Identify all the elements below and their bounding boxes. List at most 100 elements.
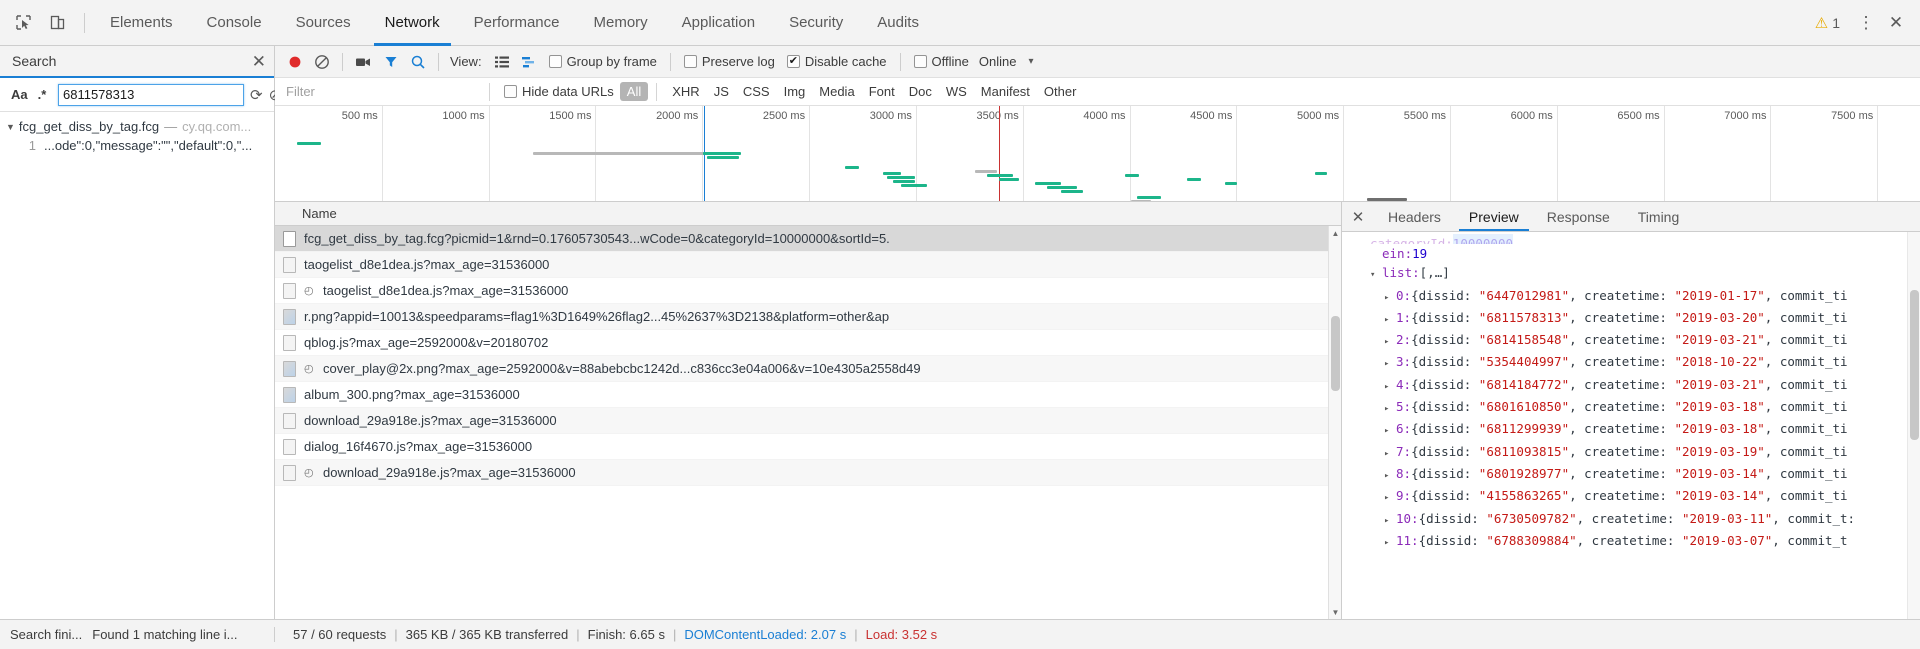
preview-row[interactable]: ▸ 2: {dissid: "6814158548", createtime: "… [1342, 330, 1920, 352]
refresh-icon[interactable]: ⟳ [250, 85, 263, 105]
search-result-file[interactable]: ▼ fcg_get_diss_by_tag.fcg — cy.qq.com... [0, 117, 274, 136]
filter-type-media[interactable]: Media [812, 82, 861, 101]
scroll-up-arrow[interactable]: ▲ [1329, 226, 1341, 240]
preserve-log-box[interactable] [683, 55, 697, 68]
search-input[interactable] [58, 83, 244, 106]
tab-memory[interactable]: Memory [577, 0, 665, 46]
filter-type-js[interactable]: JS [707, 82, 736, 101]
chevron-right-icon[interactable]: ▸ [1384, 378, 1396, 397]
chevron-right-icon[interactable]: ▸ [1384, 422, 1396, 441]
search-icon[interactable] [404, 50, 431, 74]
preview-row[interactable]: ▸ 10: {dissid: "6730509782", createtime: … [1342, 509, 1920, 531]
chevron-right-icon[interactable]: ▸ [1384, 400, 1396, 419]
regex-toggle[interactable]: .* [32, 85, 52, 104]
tab-network[interactable]: Network [368, 0, 457, 46]
chevron-right-icon[interactable]: ▸ [1384, 355, 1396, 374]
scroll-thumb[interactable] [1331, 316, 1340, 391]
chevron-right-icon[interactable]: ▸ [1384, 534, 1396, 553]
preview-scrollbar[interactable] [1907, 232, 1920, 619]
preview-row[interactable]: ▸ 7: {dissid: "6811093815", createtime: "… [1342, 442, 1920, 464]
chevron-right-icon[interactable]: ▸ [1384, 311, 1396, 330]
filter-type-other[interactable]: Other [1037, 82, 1084, 101]
chevron-right-icon[interactable]: ▸ [1384, 512, 1396, 531]
filmstrip-icon[interactable] [350, 50, 377, 74]
preview-row[interactable]: ▸ 11: {dissid: "6788309884", createtime: … [1342, 531, 1920, 553]
filter-type-img[interactable]: Img [777, 82, 813, 101]
tab-security[interactable]: Security [772, 0, 860, 46]
disable-cache-box[interactable] [786, 55, 800, 68]
preview-row[interactable]: ▸ 3: {dissid: "5354404997", createtime: "… [1342, 352, 1920, 374]
filter-type-font[interactable]: Font [862, 82, 902, 101]
preview-row[interactable]: ▸ 6: {dissid: "6811299939", createtime: "… [1342, 419, 1920, 441]
preview-row[interactable]: ▸ 4: {dissid: "6814184772", createtime: "… [1342, 375, 1920, 397]
request-row[interactable]: taogelist_d8e1dea.js?max_age=31536000 [275, 252, 1341, 278]
filter-type-xhr[interactable]: XHR [665, 82, 706, 101]
tab-application[interactable]: Application [665, 0, 772, 46]
device-toolbar-icon[interactable] [42, 8, 72, 38]
preview-row[interactable]: ein: 19 [1342, 244, 1920, 263]
detail-tab-timing[interactable]: Timing [1624, 202, 1694, 231]
clear-button[interactable] [308, 50, 335, 74]
filter-type-css[interactable]: CSS [736, 82, 777, 101]
filter-icon[interactable] [377, 50, 404, 74]
record-button[interactable] [281, 50, 308, 74]
tab-sources[interactable]: Sources [279, 0, 368, 46]
preview-row[interactable]: ▸ 5: {dissid: "6801610850", createtime: "… [1342, 397, 1920, 419]
filter-type-all[interactable]: All [619, 82, 649, 101]
chevron-right-icon[interactable]: ▸ [1384, 289, 1396, 308]
chevron-right-icon[interactable]: ▸ [1384, 445, 1396, 464]
request-row[interactable]: ◴ taogelist_d8e1dea.js?max_age=31536000 [275, 278, 1341, 304]
preview-row[interactable]: ▾ list: [,…] [1342, 263, 1920, 285]
waterfall-view-icon[interactable] [516, 50, 543, 74]
match-case-toggle[interactable]: Aa [6, 85, 28, 104]
chevron-right-icon[interactable]: ▸ [1384, 333, 1396, 352]
search-result-line[interactable]: 1 ...ode":0,"message":"","default":0,"..… [0, 136, 274, 155]
group-by-frame-checkbox[interactable]: Group by frame [543, 54, 663, 69]
tab-audits[interactable]: Audits [860, 0, 936, 46]
tab-elements[interactable]: Elements [93, 0, 190, 46]
search-close-icon[interactable]: ✕ [252, 53, 266, 70]
list-view-icon[interactable] [489, 50, 516, 74]
inspect-element-icon[interactable] [8, 8, 38, 38]
hide-data-urls-checkbox[interactable]: Hide data URLs [498, 84, 620, 99]
request-row[interactable]: dialog_16f4670.js?max_age=31536000 [275, 434, 1341, 460]
tab-console[interactable]: Console [190, 0, 279, 46]
request-column-header[interactable]: Name [275, 202, 1341, 226]
preview-row[interactable]: ▸ 8: {dissid: "6801928977", createtime: "… [1342, 464, 1920, 486]
chevron-down-icon[interactable]: ▼ [6, 122, 15, 132]
request-row[interactable]: album_300.png?max_age=31536000 [275, 382, 1341, 408]
warning-indicator[interactable]: ⚠ 1 [1815, 14, 1840, 32]
tab-performance[interactable]: Performance [457, 0, 577, 46]
preserve-log-checkbox[interactable]: Preserve log [678, 54, 781, 69]
preview-row[interactable]: ▸ 0: {dissid: "6447012981", createtime: "… [1342, 286, 1920, 308]
request-row[interactable]: fcg_get_diss_by_tag.fcg?picmid=1&rnd=0.1… [275, 226, 1341, 252]
group-by-frame-box[interactable] [548, 55, 562, 68]
detail-tab-response[interactable]: Response [1533, 202, 1624, 231]
filter-input[interactable] [281, 81, 481, 102]
request-row[interactable]: r.png?appid=10013&speedparams=flag1%3D16… [275, 304, 1341, 330]
scroll-down-arrow[interactable]: ▼ [1329, 605, 1341, 619]
chevron-down-icon[interactable]: ▾ [1370, 266, 1382, 285]
request-row[interactable]: ◴ download_29a918e.js?max_age=31536000 [275, 460, 1341, 486]
disable-cache-checkbox[interactable]: Disable cache [781, 54, 893, 69]
request-list-scrollbar[interactable]: ▲ ▼ [1328, 226, 1341, 619]
offline-checkbox[interactable]: Offline [908, 54, 975, 69]
preview-row[interactable]: ▸ 1: {dissid: "6811578313", createtime: "… [1342, 308, 1920, 330]
detail-close-icon[interactable]: ✕ [1342, 202, 1374, 231]
chevron-right-icon[interactable]: ▸ [1384, 467, 1396, 486]
throttling-select[interactable]: Online [975, 54, 1021, 69]
detail-tab-headers[interactable]: Headers [1374, 202, 1455, 231]
offline-box[interactable] [913, 55, 927, 68]
filter-type-manifest[interactable]: Manifest [974, 82, 1037, 101]
chevron-down-icon[interactable]: ▾ [1020, 56, 1041, 67]
filter-type-ws[interactable]: WS [939, 82, 974, 101]
filter-type-doc[interactable]: Doc [902, 82, 939, 101]
network-overview[interactable]: 500 ms 1000 ms 1500 ms 2000 ms 2500 ms 3000 m… [275, 106, 1920, 202]
request-row[interactable]: download_29a918e.js?max_age=31536000 [275, 408, 1341, 434]
preview-row[interactable]: ▸ 9: {dissid: "4155863265", createtime: "… [1342, 486, 1920, 508]
request-row[interactable]: ◴ cover_play@2x.png?max_age=2592000&v=88a… [275, 356, 1341, 382]
hide-data-urls-box[interactable] [504, 85, 517, 98]
preview-scroll-thumb[interactable] [1910, 290, 1919, 440]
request-row[interactable]: qblog.js?max_age=2592000&v=20180702 [275, 330, 1341, 356]
close-devtools-icon[interactable]: ✕ [1882, 9, 1910, 37]
